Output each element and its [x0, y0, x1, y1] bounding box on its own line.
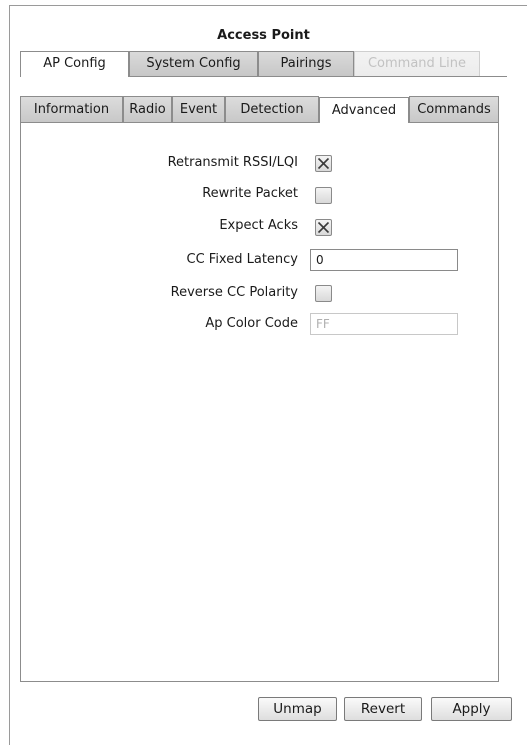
checkmark-x-icon [317, 221, 330, 234]
top-tab-bar: AP Config System Config Pairings Command… [0, 51, 527, 77]
reverse-cc-checkbox[interactable] [315, 285, 332, 302]
tab-radio[interactable]: Radio [123, 96, 172, 122]
checkmark-x-icon [317, 157, 330, 170]
unmap-button[interactable]: Unmap [258, 697, 337, 721]
rewrite-checkbox[interactable] [315, 187, 332, 204]
rewrite-label: Rewrite Packet [202, 186, 298, 201]
tab-information[interactable]: Information [20, 96, 123, 122]
tab-event[interactable]: Event [172, 96, 225, 122]
reverse-cc-label: Reverse CC Polarity [170, 285, 298, 300]
apply-button[interactable]: Apply [431, 697, 512, 721]
tab-commands[interactable]: Commands [409, 96, 499, 122]
expect-acks-checkbox[interactable] [315, 219, 332, 236]
ap-color-input: FF [310, 313, 458, 335]
sub-tab-bar: Information Radio Event Detection Advanc… [0, 96, 527, 123]
tab-detection[interactable]: Detection [225, 96, 319, 122]
ap-color-label: Ap Color Code [205, 316, 298, 331]
tab-ap-config[interactable]: AP Config [20, 51, 129, 77]
page-title: Access Point [217, 28, 310, 43]
retransmit-checkbox[interactable] [315, 155, 332, 172]
retransmit-label: Retransmit RSSI/LQI [167, 155, 298, 170]
expect-acks-label: Expect Acks [219, 218, 298, 233]
cc-latency-input[interactable]: 0 [310, 249, 458, 271]
tab-advanced[interactable]: Advanced [319, 97, 409, 123]
tab-system-config[interactable]: System Config [129, 51, 258, 76]
tab-command-line: Command Line [354, 51, 480, 76]
cc-latency-label: CC Fixed Latency [186, 252, 299, 267]
tab-pairings[interactable]: Pairings [258, 51, 354, 76]
revert-button[interactable]: Revert [344, 697, 422, 721]
advanced-panel [20, 122, 499, 682]
